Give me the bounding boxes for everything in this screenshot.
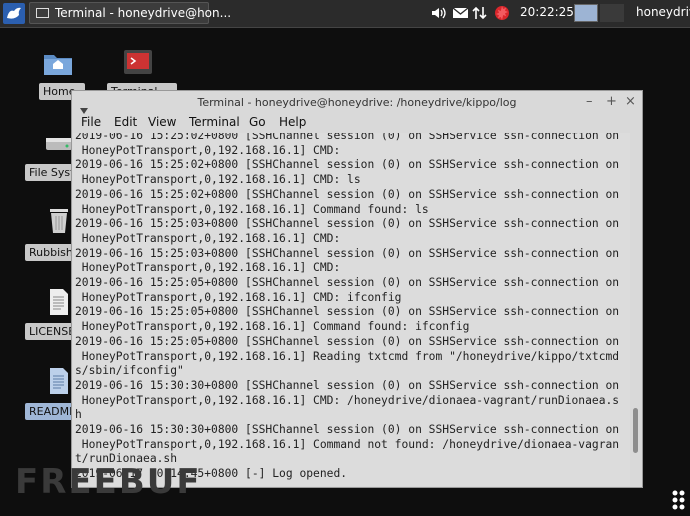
license-file-icon[interactable] <box>48 288 70 320</box>
menu-terminal[interactable]: Terminal <box>189 115 240 129</box>
clock[interactable]: 20:22:25 <box>520 5 574 19</box>
update-icon[interactable] <box>493 4 511 22</box>
network-icon[interactable] <box>472 4 488 22</box>
user-menu[interactable]: honeydrive <box>636 5 690 19</box>
home-folder-icon[interactable] <box>43 50 73 80</box>
rubbish-bin-icon[interactable] <box>48 207 70 239</box>
menu-edit[interactable]: Edit <box>114 115 137 129</box>
minimize-button[interactable]: – <box>586 94 593 110</box>
terminal-output[interactable]: 2019-06-16 15:25:02+0800 [SSHChannel ses… <box>73 133 630 486</box>
corner-grid-icon <box>672 490 690 516</box>
readme-file-icon[interactable] <box>48 367 70 399</box>
menu-help[interactable]: Help <box>279 115 306 129</box>
menu-go[interactable]: Go <box>249 115 266 129</box>
workspace-1[interactable] <box>574 4 598 22</box>
terminal-app-icon[interactable] <box>124 50 152 78</box>
workspace-2[interactable] <box>600 4 624 22</box>
menu-bar: File Edit View Terminal Go Help <box>72 113 642 133</box>
top-panel: Terminal - honeydrive@hon... 20:22:25 ho… <box>0 0 690 28</box>
window-title: Terminal - honeydrive@honeydrive: /honey… <box>197 96 517 109</box>
menu-view[interactable]: View <box>148 115 176 129</box>
window-titlebar[interactable]: Terminal - honeydrive@honeydrive: /honey… <box>72 91 642 114</box>
drive-icon[interactable] <box>44 130 74 160</box>
close-button[interactable]: × <box>625 94 636 110</box>
freebuf-watermark: FREEBUF <box>15 462 202 502</box>
scrollbar-thumb[interactable] <box>633 408 638 453</box>
taskbar-terminal-label: Terminal - honeydrive@hon... <box>55 6 232 20</box>
maximize-button[interactable]: + <box>606 94 617 110</box>
scrollbar[interactable] <box>631 133 641 486</box>
volume-icon[interactable] <box>430 4 448 22</box>
terminal-window: Terminal - honeydrive@honeydrive: /honey… <box>71 90 643 488</box>
menu-file[interactable]: File <box>81 115 101 129</box>
terminal-icon <box>36 8 49 18</box>
log-text: 2019-06-16 15:25:02+0800 [SSHChannel ses… <box>75 133 620 481</box>
taskbar-terminal-button[interactable]: Terminal - honeydrive@hon... <box>29 2 231 24</box>
mail-icon[interactable] <box>452 4 469 22</box>
app-menu-icon[interactable] <box>3 3 25 24</box>
